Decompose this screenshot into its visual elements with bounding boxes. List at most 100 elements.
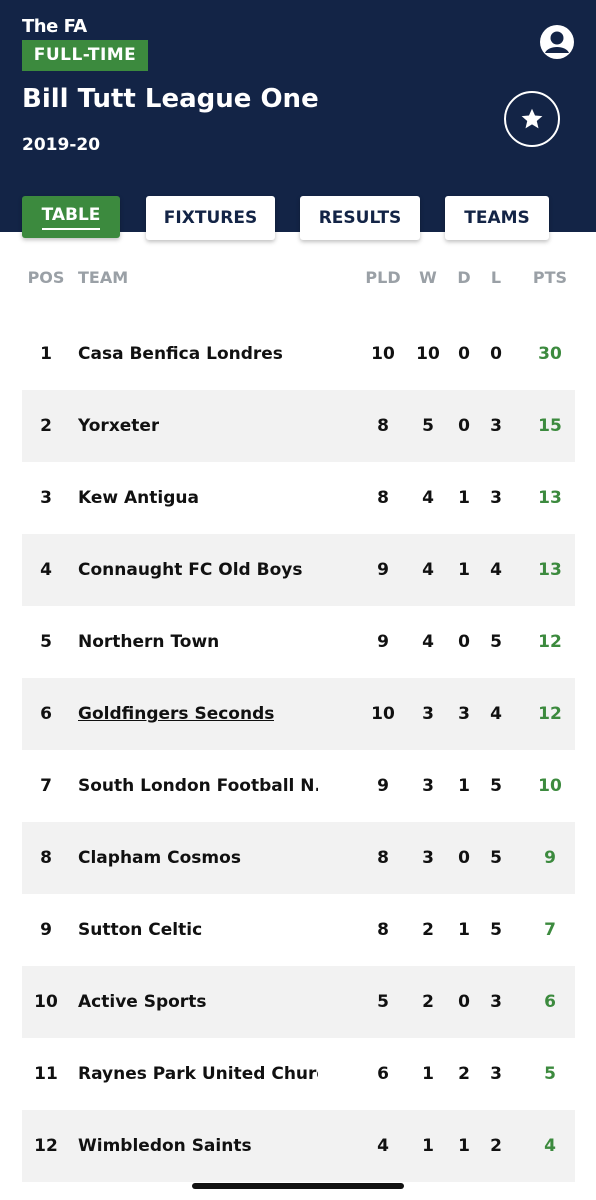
draws-count: 3 — [458, 704, 470, 724]
team-position: 6 — [40, 704, 52, 724]
team-name[interactable]: South London Football N... — [78, 750, 318, 822]
losses-count: 4 — [490, 704, 502, 724]
losses-count: 3 — [490, 488, 502, 508]
losses-count: 4 — [490, 560, 502, 580]
team-name[interactable]: Casa Benfica Londres — [78, 318, 283, 390]
losses-count: 5 — [490, 920, 502, 940]
draws-count: 0 — [458, 848, 470, 868]
points-count: 5 — [544, 1064, 556, 1084]
played-count: 9 — [377, 776, 389, 796]
losses-count: 0 — [490, 344, 502, 364]
tab-fixtures[interactable]: FIXTURES — [146, 196, 275, 240]
draws-count: 0 — [458, 992, 470, 1012]
tab-table[interactable]: TABLE — [22, 196, 120, 238]
table-row[interactable]: 3 Kew Antigua 8 4 1 3 13 — [22, 462, 575, 534]
played-count: 8 — [377, 848, 389, 868]
page-title: Bill Tutt League One — [22, 84, 319, 114]
column-header-team: TEAM — [78, 268, 129, 287]
wins-count: 3 — [422, 704, 434, 724]
draws-count: 1 — [458, 1136, 470, 1156]
wins-count: 4 — [422, 632, 434, 652]
table-row[interactable]: 6 Goldfingers Seconds 10 3 3 4 12 — [22, 678, 575, 750]
table-row[interactable]: 4 Connaught FC Old Boys 9 4 1 4 13 — [22, 534, 575, 606]
points-count: 6 — [544, 992, 556, 1012]
tab-teams[interactable]: TEAMS — [445, 196, 549, 240]
team-name[interactable]: Sutton Celtic — [78, 894, 202, 966]
losses-count: 3 — [490, 992, 502, 1012]
points-count: 15 — [538, 416, 562, 436]
column-header-w: W — [419, 268, 437, 287]
team-name[interactable]: Raynes Park United Churc... — [78, 1038, 318, 1110]
favourite-button[interactable] — [504, 91, 560, 147]
team-position: 10 — [34, 992, 58, 1012]
losses-count: 3 — [490, 416, 502, 436]
user-icon[interactable] — [539, 24, 575, 60]
table-row[interactable]: 9 Sutton Celtic 8 2 1 5 7 — [22, 894, 575, 966]
tab-bar: TABLE FIXTURES RESULTS TEAMS — [0, 196, 596, 246]
played-count: 8 — [377, 416, 389, 436]
played-count: 8 — [377, 920, 389, 940]
team-position: 12 — [34, 1136, 58, 1156]
wins-count: 2 — [422, 920, 434, 940]
column-header-d: D — [457, 268, 471, 287]
brand-logo-text: The FA — [22, 16, 87, 37]
wins-count: 10 — [416, 344, 440, 364]
points-count: 10 — [538, 776, 562, 796]
points-count: 9 — [544, 848, 556, 868]
losses-count: 2 — [490, 1136, 502, 1156]
points-count: 4 — [544, 1136, 556, 1156]
points-count: 7 — [544, 920, 556, 940]
team-position: 5 — [40, 632, 52, 652]
season-label: 2019-20 — [22, 135, 101, 155]
table-header: POS TEAM PLD W D L PTS — [22, 268, 575, 296]
wins-count: 4 — [422, 488, 434, 508]
wins-count: 1 — [422, 1136, 434, 1156]
league-table: 1 Casa Benfica Londres 10 10 0 0 30 2 Yorxeter 8 5… — [22, 318, 575, 1182]
points-count: 13 — [538, 560, 562, 580]
table-row[interactable]: 5 Northern Town 9 4 0 5 12 — [22, 606, 575, 678]
draws-count: 1 — [458, 488, 470, 508]
team-name[interactable]: Connaught FC Old Boys — [78, 534, 302, 606]
table-row[interactable]: 2 Yorxeter 8 5 0 3 15 — [22, 390, 575, 462]
played-count: 5 — [377, 992, 389, 1012]
column-header-l: L — [490, 268, 502, 287]
draws-count: 0 — [458, 344, 470, 364]
team-position: 8 — [40, 848, 52, 868]
draws-count: 0 — [458, 632, 470, 652]
column-header-pos: POS — [27, 268, 65, 287]
wins-count: 4 — [422, 560, 434, 580]
draws-count: 1 — [458, 776, 470, 796]
draws-count: 2 — [458, 1064, 470, 1084]
played-count: 10 — [371, 704, 395, 724]
table-row[interactable]: 1 Casa Benfica Londres 10 10 0 0 30 — [22, 318, 575, 390]
team-name[interactable]: Active Sports — [78, 966, 206, 1038]
points-count: 12 — [538, 704, 562, 724]
team-name[interactable]: Yorxeter — [78, 390, 159, 462]
points-count: 30 — [538, 344, 562, 364]
team-position: 4 — [40, 560, 52, 580]
points-count: 13 — [538, 488, 562, 508]
table-row[interactable]: 7 South London Football N... 9 3 1 5 10 — [22, 750, 575, 822]
home-indicator — [192, 1183, 404, 1189]
team-name[interactable]: Clapham Cosmos — [78, 822, 241, 894]
draws-count: 1 — [458, 920, 470, 940]
team-name[interactable]: Kew Antigua — [78, 462, 199, 534]
team-name[interactable]: Goldfingers Seconds — [78, 678, 274, 750]
losses-count: 5 — [490, 776, 502, 796]
table-row[interactable]: 10 Active Sports 5 2 0 3 6 — [22, 966, 575, 1038]
star-icon — [521, 108, 543, 129]
losses-count: 5 — [490, 632, 502, 652]
column-header-pld: PLD — [365, 268, 401, 287]
team-name[interactable]: Wimbledon Saints — [78, 1110, 252, 1182]
table-row[interactable]: 11 Raynes Park United Churc... 6 1 23 5 — [22, 1038, 575, 1110]
tab-results[interactable]: RESULTS — [300, 196, 420, 240]
table-row[interactable]: 8 Clapham Cosmos 8 3 0 5 9 — [22, 822, 575, 894]
team-position: 11 — [34, 1064, 58, 1084]
column-header-pts: PTS — [532, 268, 568, 287]
team-name[interactable]: Northern Town — [78, 606, 219, 678]
table-row[interactable]: 12 Wimbledon Saints 4 1 1 2 4 — [22, 1110, 575, 1182]
played-count: 8 — [377, 488, 389, 508]
team-position: 1 — [40, 344, 52, 364]
wins-count: 5 — [422, 416, 434, 436]
draws-count: 0 — [458, 416, 470, 436]
